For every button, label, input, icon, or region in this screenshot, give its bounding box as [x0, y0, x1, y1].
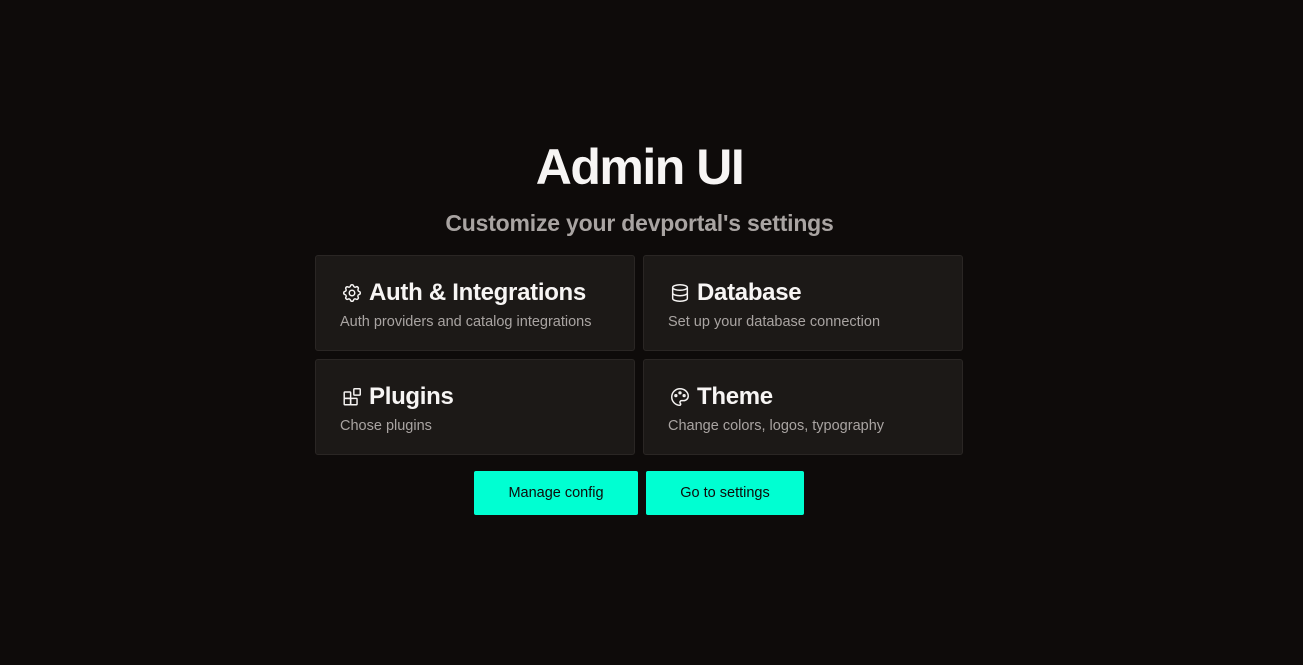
database-icon: [668, 281, 692, 305]
card-auth-integrations[interactable]: Auth & Integrations Auth providers and c…: [315, 255, 635, 351]
action-bar: Manage config Go to settings: [474, 471, 804, 515]
card-header: Theme: [668, 382, 938, 412]
card-title: Plugins: [369, 383, 454, 410]
card-header: Plugins: [340, 382, 610, 412]
card-description: Set up your database connection: [668, 314, 881, 330]
page-subtitle: Customize your devportal's settings: [445, 210, 834, 236]
manage-config-button[interactable]: Manage config: [474, 471, 638, 515]
settings-grid: Auth & Integrations Auth providers and c…: [315, 255, 963, 455]
card-database[interactable]: Database Set up your database connection: [643, 255, 963, 351]
card-description: Change colors, logos, typography: [668, 418, 885, 434]
card-header: Database: [668, 278, 938, 308]
admin-page: Admin UI Customize your devportal's sett…: [0, 0, 1303, 665]
card-title: Theme: [697, 383, 773, 410]
go-to-settings-button[interactable]: Go to settings: [646, 471, 804, 515]
card-theme[interactable]: Theme Change colors, logos, typography: [643, 359, 963, 455]
gear-icon: [340, 281, 364, 305]
card-plugins[interactable]: Plugins Chose plugins: [315, 359, 635, 455]
card-description: Chose plugins: [340, 418, 432, 434]
card-description: Auth providers and catalog integrations: [340, 314, 592, 330]
card-title: Database: [697, 279, 802, 306]
card-header: Auth & Integrations: [340, 278, 610, 308]
page-title: Admin UI: [535, 139, 745, 195]
plugins-icon: [340, 385, 364, 409]
palette-icon: [668, 385, 692, 409]
card-title: Auth & Integrations: [369, 279, 586, 306]
